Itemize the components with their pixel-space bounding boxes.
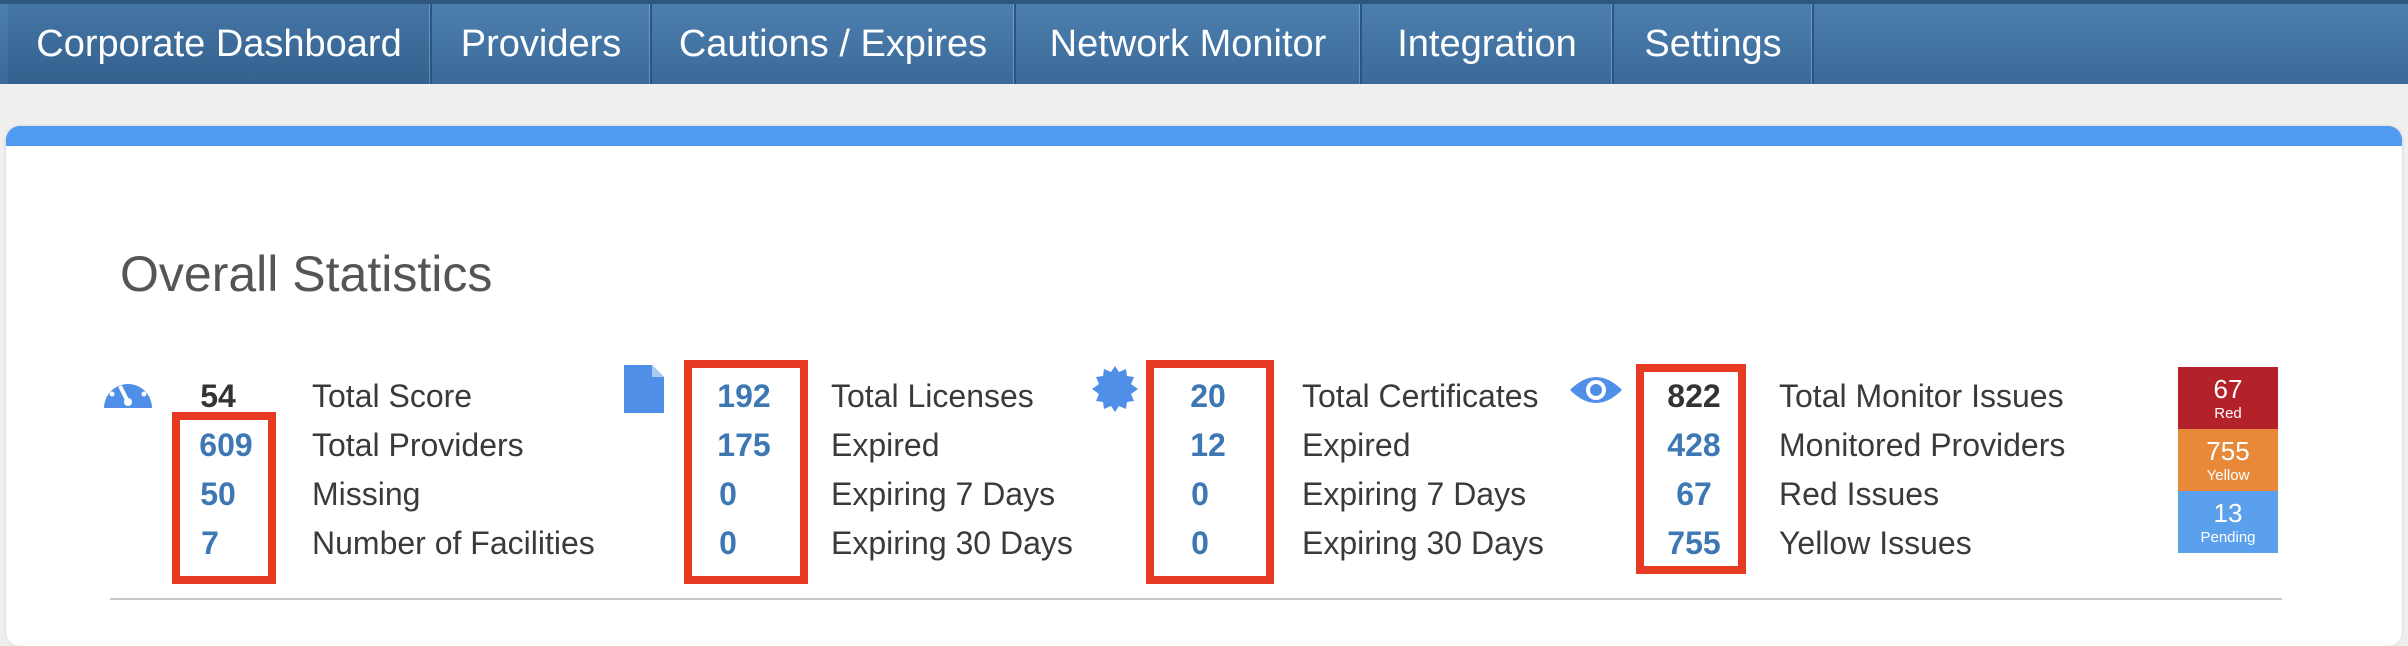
eye-icon <box>1570 377 1622 403</box>
certificates-expiring-7-label: Expiring 7 Days <box>1302 476 1527 512</box>
tab-network-monitor[interactable]: Network Monitor <box>1016 4 1362 84</box>
top-navigation: Corporate Dashboard Providers Cautions /… <box>0 0 2408 84</box>
pending-count: 13 <box>2213 497 2243 528</box>
issue-status-stack: 67 Red 755 Yellow 13 Pending <box>2178 367 2278 553</box>
highlight-box-providers <box>172 412 276 584</box>
yellow-count: 755 <box>2206 435 2250 466</box>
badge-icon <box>1092 366 1138 412</box>
highlight-box-monitor <box>1636 364 1746 574</box>
document-icon <box>624 365 664 413</box>
tab-settings[interactable]: Settings <box>1614 4 1814 84</box>
facilities-label: Number of Facilities <box>312 525 595 561</box>
red-issues-label: Red Issues <box>1779 476 1940 512</box>
total-monitor-issues-label: Total Monitor Issues <box>1779 378 2064 414</box>
total-certificates-label: Total Certificates <box>1302 378 1539 414</box>
red-count: 67 <box>2213 373 2243 404</box>
tab-providers[interactable]: Providers <box>432 4 652 84</box>
yellow-issues-label: Yellow Issues <box>1779 525 1972 561</box>
total-score-label: Total Score <box>312 378 473 414</box>
highlight-box-certificates <box>1146 360 1274 584</box>
missing-label: Missing <box>312 476 421 512</box>
yellow-status-box[interactable]: 755 Yellow <box>2178 429 2278 491</box>
licenses-expiring-7-label: Expiring 7 Days <box>831 476 1056 512</box>
red-status-box[interactable]: 67 Red <box>2178 367 2278 429</box>
section-divider <box>110 598 2282 600</box>
certificates-expiring-30-label: Expiring 30 Days <box>1302 525 1544 561</box>
page-title: Overall Statistics <box>120 246 493 302</box>
licenses-expiring-30-label: Expiring 30 Days <box>831 525 1073 561</box>
licenses-expired-label: Expired <box>831 427 940 463</box>
highlight-box-licenses <box>684 360 808 584</box>
tab-cautions-expires[interactable]: Cautions / Expires <box>652 4 1016 84</box>
pending-status-box[interactable]: 13 Pending <box>2178 491 2278 553</box>
speedometer-icon <box>104 376 152 408</box>
total-licenses-label: Total Licenses <box>831 378 1034 414</box>
pending-label: Pending <box>2200 528 2256 546</box>
total-providers-label: Total Providers <box>312 427 524 463</box>
monitored-providers-label: Monitored Providers <box>1779 427 2066 463</box>
tab-corporate-dashboard[interactable]: Corporate Dashboard <box>8 4 432 84</box>
tab-integration[interactable]: Integration <box>1362 4 1614 84</box>
red-label: Red <box>2214 404 2242 422</box>
certificates-expired-label: Expired <box>1302 427 1411 463</box>
yellow-label: Yellow <box>2206 466 2250 484</box>
